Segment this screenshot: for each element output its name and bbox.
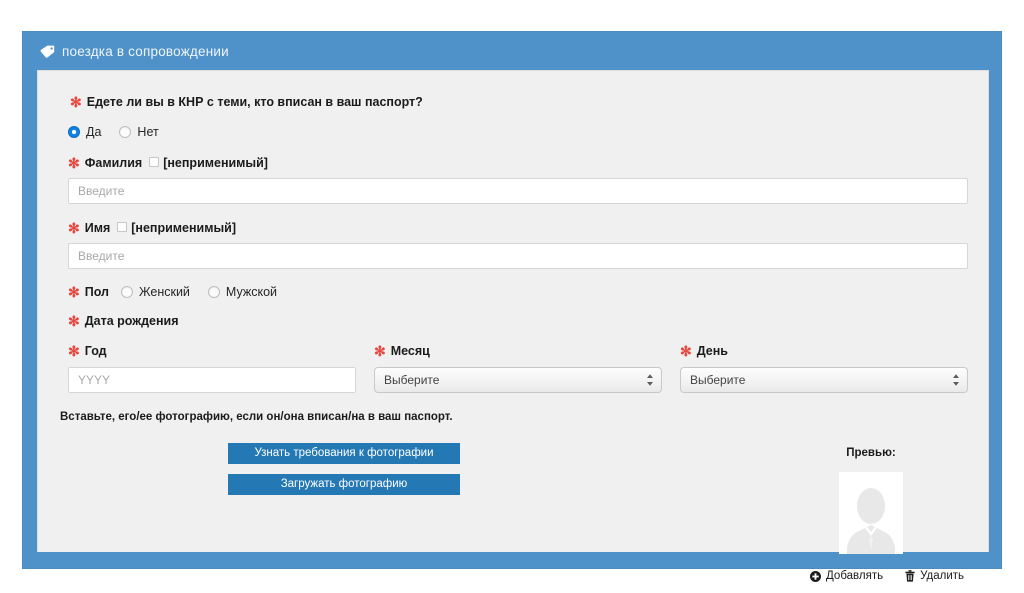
firstname-label: Имя [84, 221, 111, 235]
add-photo-action[interactable]: Добавлять [810, 570, 883, 582]
radio-indicator-no[interactable] [119, 126, 132, 138]
firstname-na-label: [неприменимый] [131, 221, 237, 235]
photo-area: Узнать требования к фотографии Загружать… [58, 443, 968, 593]
required-asterisk-month: ✻ [374, 343, 386, 359]
preview-title: Превью: [846, 447, 896, 459]
firstname-na-checkbox[interactable] [117, 222, 128, 232]
radio-label-male: Мужской [225, 285, 278, 299]
delete-photo-label: Удалить [920, 570, 964, 582]
passport-question-row: ✻ Едете ли вы в КНР с теми, кто вписан в … [58, 87, 968, 111]
dob-month-column: ✻ Месяц Выберите [374, 342, 662, 393]
dob-month-select[interactable]: Выберите [374, 367, 662, 393]
required-asterisk: ✻ [70, 94, 82, 110]
passport-question-label: Едете ли вы в КНР с теми, кто вписан в в… [86, 95, 423, 109]
radio-indicator-yes[interactable] [68, 126, 80, 138]
dob-day-select[interactable]: Выберите [680, 367, 968, 393]
radio-option-male[interactable]: Мужской [207, 285, 278, 299]
dob-day-column: ✻ День Выберите [680, 342, 968, 393]
required-asterisk-dob: ✻ [68, 313, 80, 329]
form-body: ✻ Едете ли вы в КНР с теми, кто вписан в … [37, 70, 989, 582]
radio-option-yes[interactable]: Да [68, 125, 101, 139]
dob-fields: ✻ Год ✻ Месяц Выберите [58, 342, 968, 393]
radio-option-no[interactable]: Нет [119, 125, 159, 139]
dob-year-label-row: ✻ Год [68, 342, 356, 360]
dob-day-select-wrap: Выберите [680, 367, 968, 393]
avatar-placeholder [839, 472, 903, 554]
required-asterisk-surname: ✻ [68, 155, 80, 171]
dob-month-label-row: ✻ Месяц [374, 342, 662, 360]
gender-row: ✻ Пол Женский Мужской [58, 269, 968, 299]
accompanying-travel-panel: поездка в сопровождении ✻ Едете ли вы в К… [22, 31, 1002, 582]
radio-indicator-female[interactable] [120, 286, 133, 298]
radio-indicator-male[interactable] [207, 286, 220, 298]
dob-year-label: Год [84, 344, 107, 358]
radio-label-female: Женский [138, 285, 190, 299]
dob-label-row: ✻ Дата рождения [58, 299, 968, 330]
radio-label-yes: Да [86, 125, 102, 139]
surname-na-label: [неприменимый] [163, 156, 268, 170]
add-photo-label: Добавлять [826, 570, 884, 582]
surname-label: Фамилия [84, 156, 143, 170]
radio-label-no: Нет [137, 125, 159, 139]
photo-upload-button[interactable]: Загружать фотографию [228, 474, 460, 495]
required-asterisk-day: ✻ [680, 343, 692, 359]
delete-photo-action[interactable]: Удалить [905, 570, 964, 582]
surname-input[interactable] [68, 178, 968, 204]
plus-circle-icon [810, 570, 822, 582]
photo-actions: Добавлять Удалить [776, 570, 966, 582]
dob-label: Дата рождения [84, 314, 179, 328]
photo-note: Вставьте, его/ее фотографию, если он/она… [60, 411, 453, 423]
firstname-input[interactable] [68, 243, 968, 269]
gender-label: Пол [84, 285, 109, 299]
yes-no-radio-group: Да Нет [58, 111, 968, 139]
required-asterisk-gender: ✻ [68, 284, 80, 300]
firstname-label-row: ✻ Имя [неприменимый] [58, 204, 968, 269]
dob-year-column: ✻ Год [68, 342, 356, 393]
panel-header: поездка в сопровождении [23, 32, 1001, 70]
radio-option-female[interactable]: Женский [120, 285, 190, 299]
surname-na-checkbox[interactable] [149, 157, 160, 167]
photo-preview-block: Превью: Добавлять Удалить [776, 443, 966, 582]
dob-month-label: Месяц [390, 344, 430, 358]
required-asterisk-firstname: ✻ [68, 220, 80, 236]
tag-icon [40, 45, 55, 58]
surname-label-row: ✻ Фамилия [неприменимый] [58, 139, 968, 204]
panel-title: поездка в сопровождении [62, 43, 229, 59]
dob-year-input[interactable] [68, 367, 356, 393]
photo-requirements-button[interactable]: Узнать требования к фотографии [228, 443, 460, 464]
dob-month-select-wrap: Выберите [374, 367, 662, 393]
required-asterisk-year: ✻ [68, 343, 80, 359]
trash-icon [905, 570, 915, 582]
dob-day-label: День [696, 344, 728, 358]
dob-day-label-row: ✻ День [680, 342, 968, 360]
